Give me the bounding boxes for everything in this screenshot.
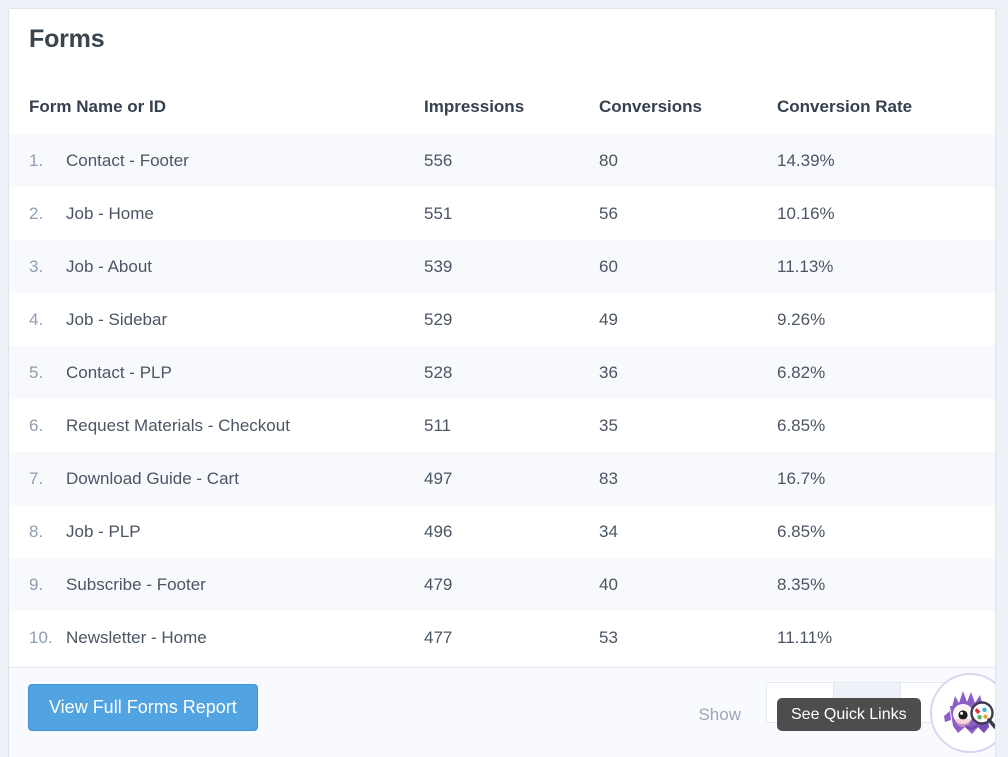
card-footer: View Full Forms Report Show See Quick Li…: [9, 667, 995, 757]
row-impressions: 556: [424, 150, 453, 170]
table-row[interactable]: 6. Request Materials - Checkout 511 35 6…: [9, 399, 995, 452]
row-impressions: 496: [424, 521, 453, 541]
row-form-name: Newsletter - Home: [66, 627, 207, 647]
page-title: Forms: [29, 25, 105, 53]
row-conversions: 53: [599, 627, 618, 647]
row-impressions: 477: [424, 627, 453, 647]
column-header-impressions: Impressions: [424, 96, 525, 116]
row-conversion-rate: 10.16%: [777, 203, 835, 223]
quick-links-tooltip: See Quick Links: [777, 698, 921, 731]
row-index: 2.: [29, 203, 44, 223]
row-index: 8.: [29, 521, 44, 541]
view-full-forms-report-button[interactable]: View Full Forms Report: [28, 684, 258, 731]
row-index: 10.: [29, 627, 53, 647]
column-header-conversion-rate: Conversion Rate: [777, 96, 913, 116]
table-header-row: Form Name or ID Impressions Conversions …: [9, 79, 995, 134]
row-impressions: 497: [424, 468, 453, 488]
table-row[interactable]: 1. Contact - Footer 556 80 14.39%: [9, 134, 995, 187]
row-impressions: 551: [424, 203, 453, 223]
table-row[interactable]: 2. Job - Home 551 56 10.16%: [9, 187, 995, 240]
row-form-name: Contact - PLP: [66, 362, 172, 382]
row-conversions: 60: [599, 256, 618, 276]
table-row[interactable]: 4. Job - Sidebar 529 49 9.26%: [9, 293, 995, 346]
row-conversions: 34: [599, 521, 618, 541]
column-header-form-name: Form Name or ID: [29, 96, 166, 116]
row-impressions: 479: [424, 574, 453, 594]
row-form-name: Contact - Footer: [66, 150, 189, 170]
column-header-conversions: Conversions: [599, 96, 702, 116]
row-conversions: 40: [599, 574, 618, 594]
row-conversion-rate: 9.26%: [777, 309, 826, 329]
row-index: 6.: [29, 415, 44, 435]
row-conversion-rate: 6.85%: [777, 521, 826, 541]
row-form-name: Download Guide - Cart: [66, 468, 239, 488]
row-form-name: Job - PLP: [66, 521, 141, 541]
row-impressions: 529: [424, 309, 453, 329]
row-impressions: 539: [424, 256, 453, 276]
row-conversion-rate: 6.85%: [777, 415, 826, 435]
row-index: 4.: [29, 309, 44, 329]
table-row[interactable]: 10. Newsletter - Home 477 53 11.11%: [9, 611, 995, 664]
forms-card: Forms Form Name or ID Impressions Conver…: [8, 8, 996, 757]
row-conversion-rate: 11.13%: [777, 256, 834, 276]
row-index: 3.: [29, 256, 44, 276]
row-form-name: Subscribe - Footer: [66, 574, 206, 594]
show-label: Show: [698, 705, 741, 724]
row-index: 1.: [29, 150, 44, 170]
row-form-name: Job - Sidebar: [66, 309, 168, 329]
row-conversions: 49: [599, 309, 618, 329]
forms-table: Form Name or ID Impressions Conversions …: [9, 79, 995, 664]
row-conversion-rate: 8.35%: [777, 574, 826, 594]
table-row[interactable]: 5. Contact - PLP 528 36 6.82%: [9, 346, 995, 399]
row-index: 5.: [29, 362, 44, 382]
table-row[interactable]: 8. Job - PLP 496 34 6.85%: [9, 505, 995, 558]
row-conversion-rate: 11.11%: [777, 627, 833, 647]
row-index: 9.: [29, 574, 44, 594]
table-row[interactable]: 9. Subscribe - Footer 479 40 8.35%: [9, 558, 995, 611]
row-conversions: 35: [599, 415, 618, 435]
row-conversion-rate: 14.39%: [777, 150, 835, 170]
table-row[interactable]: 3. Job - About 539 60 11.13%: [9, 240, 995, 293]
monster-magnifier-icon[interactable]: [930, 673, 995, 753]
row-conversion-rate: 16.7%: [777, 468, 826, 488]
row-form-name: Job - About: [66, 256, 153, 276]
row-conversions: 83: [599, 468, 618, 488]
row-form-name: Request Materials - Checkout: [66, 415, 290, 435]
row-conversions: 80: [599, 150, 618, 170]
row-impressions: 511: [424, 415, 452, 435]
row-conversions: 56: [599, 203, 618, 223]
row-impressions: 528: [424, 362, 453, 382]
row-conversion-rate: 6.82%: [777, 362, 826, 382]
row-index: 7.: [29, 468, 44, 488]
row-form-name: Job - Home: [66, 203, 154, 223]
row-conversions: 36: [599, 362, 618, 382]
table-row[interactable]: 7. Download Guide - Cart 497 83 16.7%: [9, 452, 995, 505]
